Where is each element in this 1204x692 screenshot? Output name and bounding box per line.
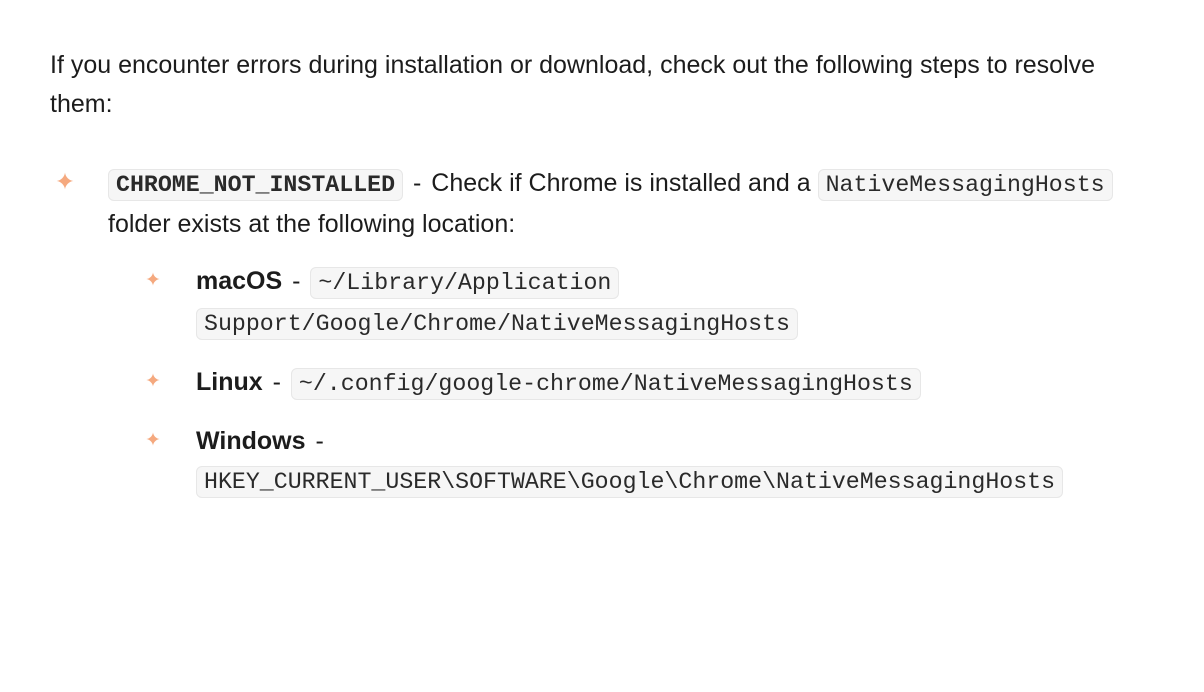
sparkle-icon (138, 264, 168, 294)
error-list: CHROME_NOT_INSTALLED - Check if Chrome i… (50, 164, 1154, 503)
os-path: ~/.config/google-chrome/NativeMessagingH… (291, 368, 921, 400)
os-item-macos: macOS - ~/Library/Application Support/Go… (138, 262, 1154, 345)
os-sublist: macOS - ~/Library/Application Support/Go… (108, 262, 1154, 503)
dash: - (306, 427, 327, 455)
error-code: CHROME_NOT_INSTALLED (108, 169, 403, 201)
intro-paragraph: If you encounter errors during installat… (50, 46, 1154, 124)
os-label: macOS (196, 267, 282, 295)
error-text-part2: folder exists at the following location: (108, 210, 515, 238)
dash: - (403, 169, 431, 197)
sparkle-icon (50, 166, 80, 196)
error-text-part1: Check if Chrome is installed and a (431, 169, 817, 197)
os-label: Windows (196, 427, 306, 455)
dash: - (263, 368, 291, 396)
folder-code: NativeMessagingHosts (818, 169, 1113, 201)
os-item-linux: Linux - ~/.config/google-chrome/NativeMe… (138, 363, 1154, 405)
os-path: HKEY_CURRENT_USER\SOFTWARE\Google\Chrome… (196, 466, 1063, 498)
error-item-chrome-not-installed: CHROME_NOT_INSTALLED - Check if Chrome i… (50, 164, 1154, 503)
dash: - (282, 267, 310, 295)
os-item-windows: Windows - HKEY_CURRENT_USER\SOFTWARE\Goo… (138, 422, 1154, 502)
os-label: Linux (196, 368, 263, 396)
sparkle-icon (138, 424, 168, 454)
sparkle-icon (138, 365, 168, 395)
